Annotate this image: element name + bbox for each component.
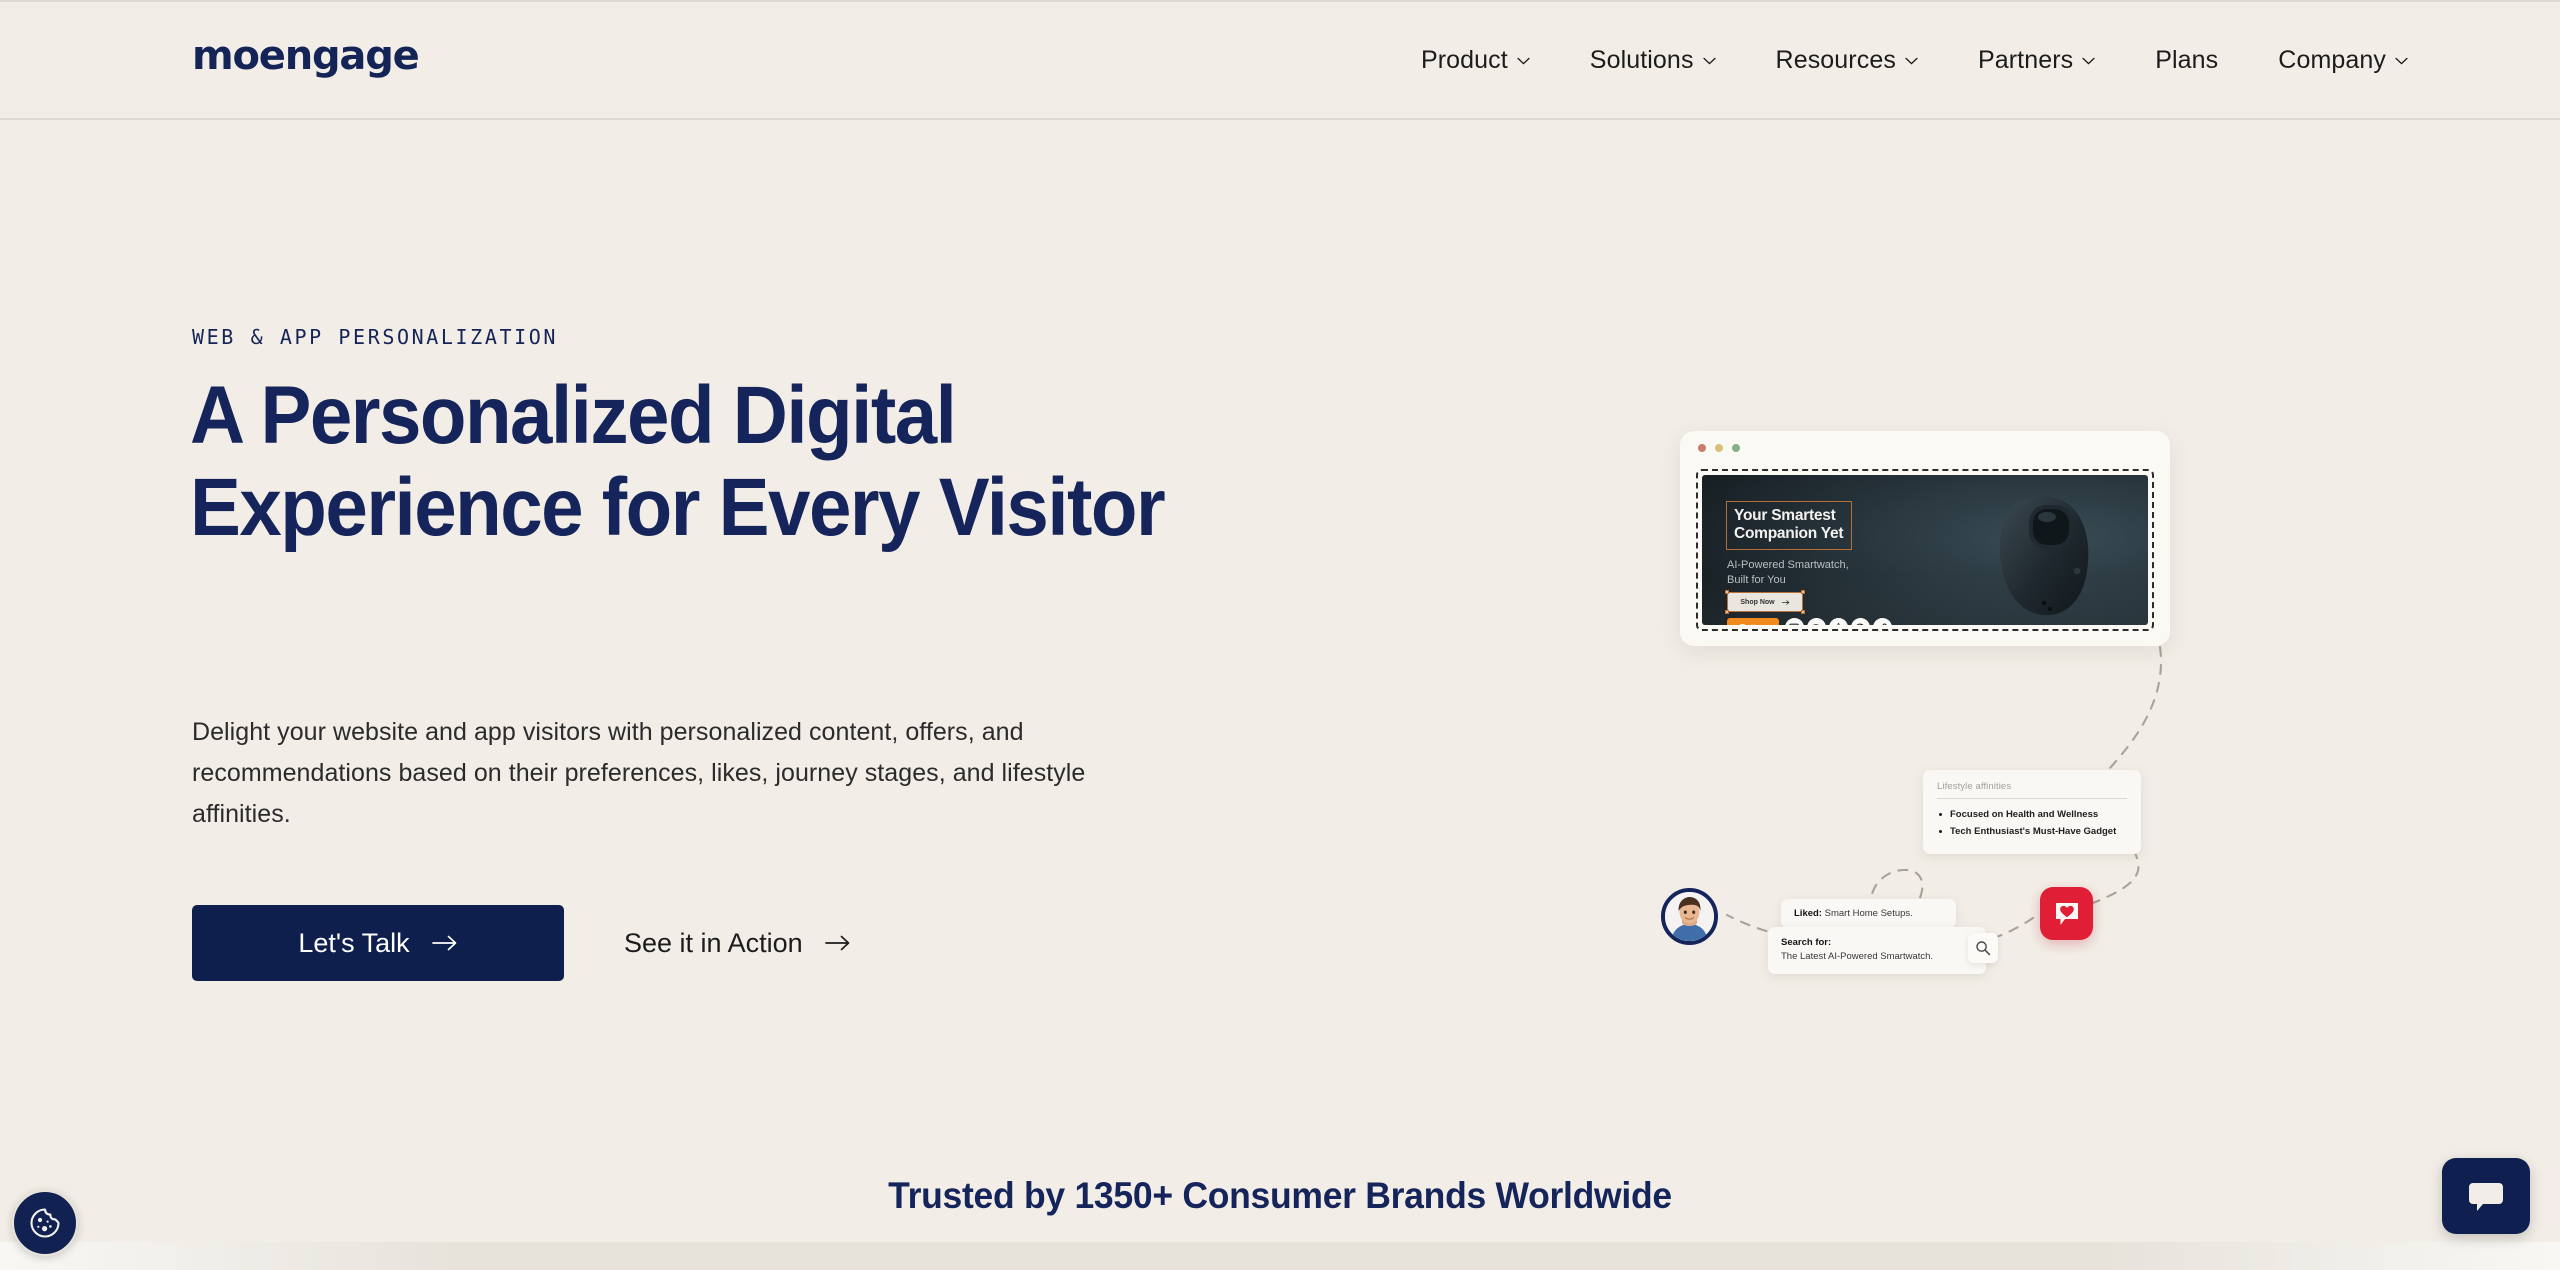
logo-text-o: o [232, 33, 260, 79]
contrast-icon[interactable] [1850, 618, 1870, 625]
liked-label: Liked: [1794, 908, 1822, 919]
logo-text-after: engage [258, 33, 420, 79]
divider [1937, 798, 2127, 799]
close-dot-icon [1698, 444, 1706, 452]
shop-now-button[interactable]: Shop Now [1725, 590, 1805, 614]
main-navigation: Product Solutions Resources Partners Pla… [1391, 46, 2408, 75]
selected-banner-frame[interactable]: Your Smartest Companion Yet AI-Powered S… [1696, 469, 2154, 631]
lets-talk-label: Let's Talk [298, 927, 410, 958]
chevron-down-icon [2395, 57, 2408, 64]
nav-label-resources: Resources [1775, 46, 1896, 74]
banner-subheadline: AI-Powered Smartwatch, Built for You [1727, 559, 1849, 586]
resize-handle-icon[interactable] [1801, 590, 1805, 594]
lifestyle-affinities-card: Lifestyle affinities Focused on Health a… [1923, 770, 2141, 854]
hero-cta-row: Let's Talk See it in Action [192, 905, 867, 981]
resize-handle-icon[interactable] [1725, 610, 1729, 614]
list-item: Tech Enthusiast's Must-Have Gadget [1937, 823, 2127, 840]
liked-value: Smart Home Setups. [1824, 908, 1913, 919]
trusted-headline: Trusted by 1350+ Consumer Brands Worldwi… [888, 1175, 1672, 1216]
smartwatch-image [1995, 495, 2091, 625]
avatar-photo [1665, 892, 1714, 941]
search-label: Search for: [1781, 937, 1832, 948]
search-value: The Latest AI-Powered Smartwatch. [1781, 951, 1934, 963]
search-icon[interactable] [1968, 933, 1998, 963]
shop-now-label: Shop Now [1740, 598, 1775, 606]
visitor-avatar [1661, 888, 1718, 945]
maximize-dot-icon [1732, 444, 1740, 452]
chevron-down-icon [1905, 57, 1918, 64]
page-title: A Personalized Digital Experience for Ev… [190, 370, 1166, 553]
chevron-down-icon [1702, 57, 1716, 64]
move-icon[interactable] [1828, 618, 1848, 625]
chat-bubble-icon [2469, 1183, 2503, 1211]
banner-headline: Your Smartest Companion Yet [1726, 501, 1853, 551]
fill-icon[interactable] [1806, 618, 1826, 625]
brand-logo-strip [0, 1242, 2560, 1270]
layout-icon[interactable] [1784, 618, 1804, 625]
nav-label-product: Product [1420, 46, 1508, 74]
traffic-light-dots [1698, 444, 1740, 452]
promo-banner: Your Smartest Companion Yet AI-Powered S… [1702, 475, 2148, 625]
arrow-right-icon [431, 935, 456, 951]
hero-eyebrow: WEB & APP PERSONALIZATION [192, 325, 559, 349]
see-it-in-action-label: See it in Action [624, 927, 803, 958]
resize-handle-icon[interactable] [1725, 590, 1729, 594]
nav-item-partners[interactable]: Partners [1948, 46, 2125, 75]
arrow-right-icon [824, 935, 849, 951]
nav-label-plans: Plans [2155, 46, 2219, 74]
nav-item-product[interactable]: Product [1391, 46, 1560, 75]
nav-label-company: Company [2278, 46, 2386, 74]
liked-heart-badge [2040, 887, 2093, 940]
liked-activity-card: Liked: Smart Home Setups. [1781, 899, 1956, 928]
browser-mockup: Your Smartest Companion Yet AI-Powered S… [1680, 431, 2170, 646]
affinities-list: Focused on Health and Wellness Tech Enth… [1937, 806, 2127, 841]
chevron-down-icon [2082, 57, 2095, 64]
cookie-icon [30, 1208, 60, 1238]
heart-bubble-icon [2055, 902, 2078, 925]
chat-widget-button[interactable] [2442, 1158, 2530, 1234]
hero-section: WEB & APP PERSONALIZATION A Personalized… [0, 120, 2560, 1150]
logo-text-before: m [192, 33, 234, 79]
resize-handle-icon[interactable] [1801, 610, 1805, 614]
cookie-preferences-button[interactable] [12, 1190, 78, 1256]
site-header: moengage Product Solutions Resources Par… [0, 2, 2560, 120]
search-activity-card: Search for: The Latest AI-Powered Smartw… [1768, 927, 1998, 975]
minimize-dot-icon [1715, 444, 1723, 452]
nav-item-solutions[interactable]: Solutions [1560, 46, 1746, 75]
nav-item-resources[interactable]: Resources [1746, 46, 1948, 75]
moengage-logo[interactable]: moengage [192, 33, 420, 79]
arrow-right-icon [1781, 599, 1790, 605]
affinities-card-title: Lifestyle affinities [1937, 781, 2012, 792]
nav-item-plans[interactable]: Plans [2125, 46, 2248, 75]
link-icon[interactable] [1872, 618, 1892, 625]
lets-talk-button[interactable]: Let's Talk [192, 905, 564, 981]
hero-description: Delight your website and app visitors wi… [192, 718, 1086, 828]
see-it-in-action-button[interactable]: See it in Action [608, 905, 867, 981]
nav-label-solutions: Solutions [1589, 46, 1694, 74]
nav-label-partners: Partners [1977, 46, 2074, 74]
element-tag-chip[interactable]: Button [1727, 618, 1779, 625]
list-item: Focused on Health and Wellness [1937, 806, 2127, 823]
chevron-down-icon [1517, 57, 1530, 64]
nav-item-company[interactable]: Company [2248, 46, 2408, 75]
element-editor-toolbar: Button [1727, 618, 1892, 625]
hero-illustration: Your Smartest Companion Yet AI-Powered S… [1655, 410, 2255, 1020]
